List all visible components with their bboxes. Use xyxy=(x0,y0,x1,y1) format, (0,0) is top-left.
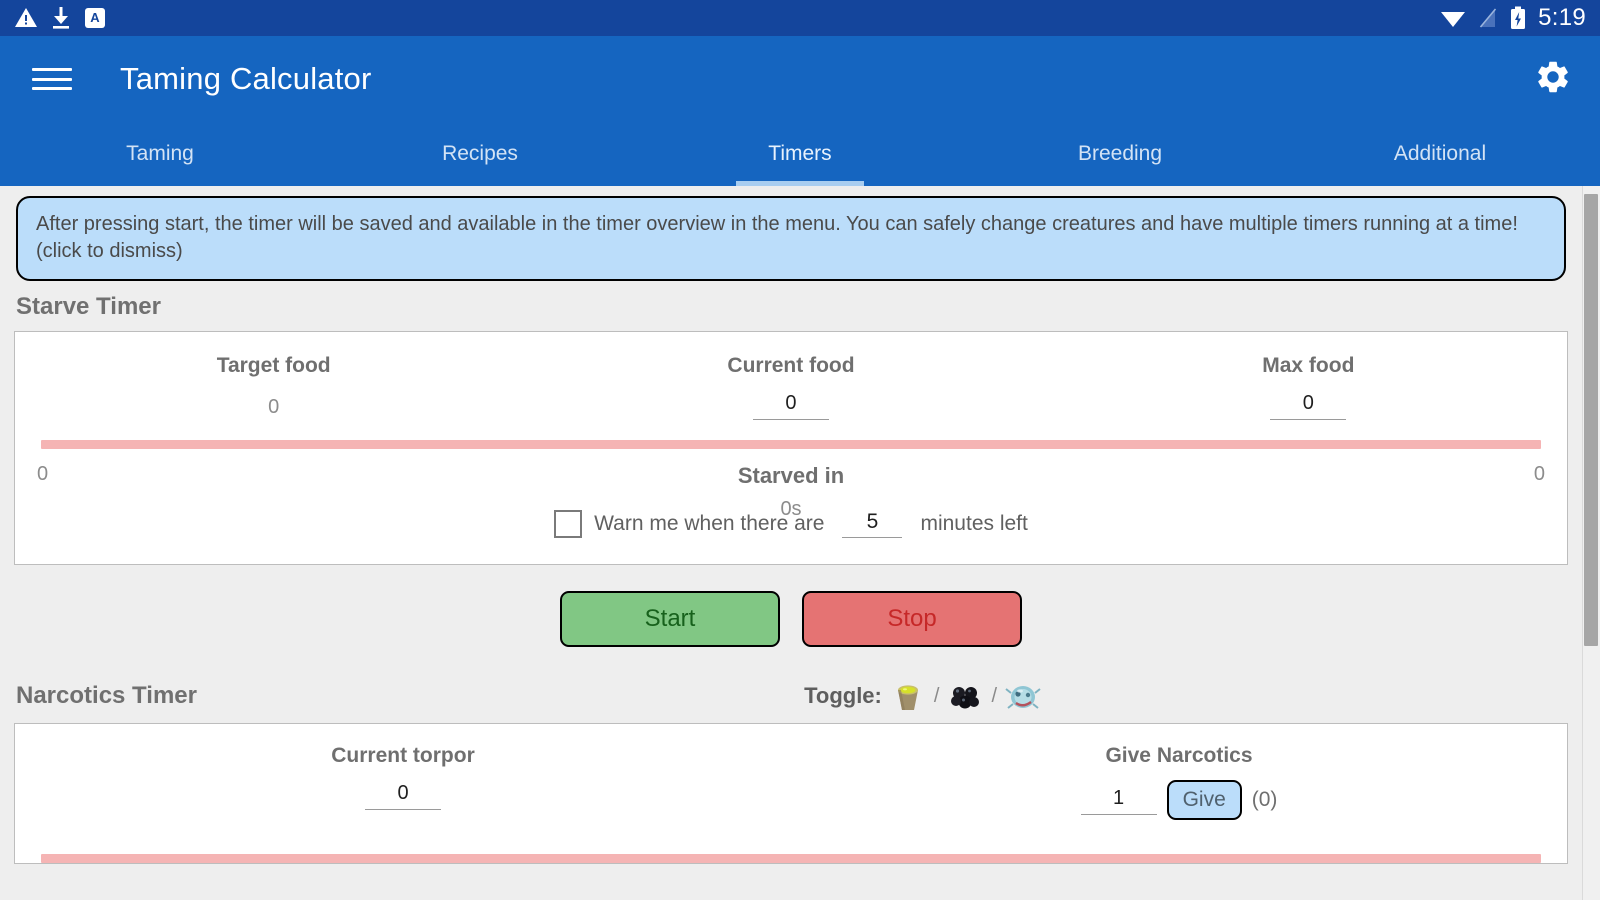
status-bar-clock: 5:19 xyxy=(1538,4,1586,32)
keyboard-input-icon: A xyxy=(84,7,106,29)
signal-off-icon xyxy=(1478,7,1498,29)
tab-taming[interactable]: Taming xyxy=(0,122,320,186)
app-bar: Taming Calculator xyxy=(0,36,1600,122)
current-torpor-field: Current torpor xyxy=(15,744,791,820)
narcotics-toggle-group: Toggle: / xyxy=(804,677,1042,715)
current-torpor-input[interactable] xyxy=(365,780,441,810)
tab-label: Timers xyxy=(768,142,831,166)
give-narcotics-field: Give Narcotics Give (0) xyxy=(791,744,1567,820)
narcotics-timer-header: Narcotics Timer Toggle: / xyxy=(0,671,1582,723)
starved-in-value: 0s xyxy=(780,498,801,521)
starve-timer-card: Target food 0 Current food Max food 0 St… xyxy=(14,331,1568,565)
battery-charging-icon xyxy=(1510,6,1526,30)
toggle-label: Toggle: xyxy=(804,683,882,709)
tab-label: Breeding xyxy=(1078,142,1162,166)
narcotics-timer-card: Current torpor Give Narcotics Give (0) xyxy=(14,723,1568,864)
target-food-value: 0 xyxy=(268,390,279,424)
vertical-scrollbar-thumb[interactable] xyxy=(1584,194,1598,646)
max-food-input[interactable] xyxy=(1270,390,1346,420)
vertical-scrollbar-track[interactable] xyxy=(1582,186,1600,900)
tab-label: Additional xyxy=(1394,142,1486,166)
current-torpor-label: Current torpor xyxy=(331,744,475,768)
narcotics-timer-title: Narcotics Timer xyxy=(16,682,197,710)
current-food-input[interactable] xyxy=(753,390,829,420)
status-bar-left-icons: A xyxy=(14,6,106,30)
info-banner-text: After pressing start, the timer will be … xyxy=(36,213,1518,262)
status-bar: A 5:19 xyxy=(0,0,1600,36)
give-count-value: (0) xyxy=(1252,788,1278,812)
hamburger-menu-icon[interactable] xyxy=(32,64,72,94)
tab-label: Recipes xyxy=(442,142,518,166)
food-fields-row: Target food 0 Current food Max food xyxy=(15,332,1567,434)
download-icon xyxy=(50,6,72,30)
starved-in-label: Starved in xyxy=(738,463,844,489)
give-narcotics-controls: Give (0) xyxy=(1081,780,1278,820)
starve-progress-bar xyxy=(41,440,1541,449)
max-food-label: Max food xyxy=(1262,354,1354,378)
target-food-label: Target food xyxy=(217,354,331,378)
status-bar-right-icons: 5:19 xyxy=(1440,4,1586,32)
give-button[interactable]: Give xyxy=(1167,780,1242,820)
narcotics-progress-bar xyxy=(41,854,1541,863)
start-button[interactable]: Start xyxy=(560,591,780,647)
max-food-field: Max food xyxy=(1050,354,1567,424)
target-food-field: Target food 0 xyxy=(15,354,532,424)
starved-in-block: Starved in 0s xyxy=(15,463,1567,521)
narcotics-fields-row: Current torpor Give Narcotics Give (0) xyxy=(15,724,1567,832)
page-title: Taming Calculator xyxy=(120,61,372,97)
tab-bar: Taming Recipes Timers Breeding Additiona… xyxy=(0,122,1600,186)
timer-controls: Start Stop xyxy=(0,565,1582,671)
content-area: After pressing start, the timer will be … xyxy=(0,186,1600,900)
warning-triangle-icon xyxy=(14,6,38,30)
tab-recipes[interactable]: Recipes xyxy=(320,122,640,186)
tab-additional[interactable]: Additional xyxy=(1280,122,1600,186)
bio-toxin-icon[interactable] xyxy=(1004,677,1042,715)
toggle-separator: / xyxy=(991,685,997,708)
tab-label: Taming xyxy=(126,142,194,166)
svg-text:A: A xyxy=(90,10,100,25)
stop-button[interactable]: Stop xyxy=(802,591,1022,647)
starve-timer-title: Starve Timer xyxy=(0,281,1582,331)
info-banner[interactable]: After pressing start, the timer will be … xyxy=(16,196,1566,281)
starve-range-row: 0 Starved in 0s 0 xyxy=(15,449,1567,486)
narcoberry-icon[interactable] xyxy=(946,677,984,715)
current-food-field: Current food xyxy=(532,354,1049,424)
give-narcotics-label: Give Narcotics xyxy=(1105,744,1252,768)
toggle-separator: / xyxy=(934,685,940,708)
wifi-icon xyxy=(1440,8,1466,28)
scrollable-content: After pressing start, the timer will be … xyxy=(0,186,1582,900)
narcotic-icon[interactable] xyxy=(889,677,927,715)
current-food-label: Current food xyxy=(727,354,854,378)
gear-icon[interactable] xyxy=(1534,58,1572,101)
tab-timers[interactable]: Timers xyxy=(640,122,960,186)
tab-breeding[interactable]: Breeding xyxy=(960,122,1280,186)
give-amount-input[interactable] xyxy=(1081,785,1157,815)
